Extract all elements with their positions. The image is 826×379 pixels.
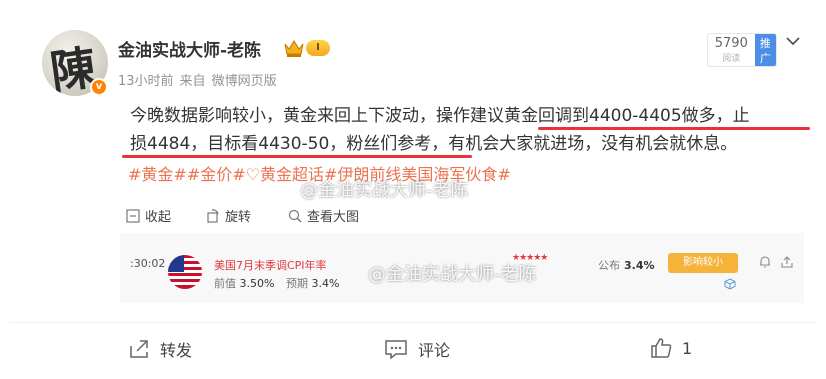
like-button[interactable]: 1	[650, 337, 692, 359]
collapse-icon	[126, 208, 140, 223]
post-meta: 13小时前 来自 微博网页版	[118, 70, 283, 89]
post-time[interactable]: 13小时前	[118, 74, 174, 89]
repost-icon	[130, 340, 148, 358]
chevron-down-icon[interactable]	[784, 34, 802, 48]
post-source: 微博网页版	[211, 74, 277, 89]
read-count: 5790	[714, 36, 748, 51]
embed-time: :30:02	[130, 257, 166, 270]
thumbs-up-icon	[651, 338, 672, 358]
forecast-value: 3.4%	[311, 277, 340, 290]
announced-value: 3.4%	[624, 259, 655, 272]
repost-button[interactable]: 转发	[128, 337, 192, 361]
footer-divider	[10, 322, 816, 323]
crown-icon[interactable]	[283, 38, 305, 58]
embed-watermark: @金油实战大师-老陈	[368, 264, 537, 285]
read-label: 阅读	[722, 54, 741, 64]
rotate-icon	[207, 208, 219, 223]
read-count-box: 5790 阅读 推广	[707, 33, 777, 67]
share-icon	[781, 256, 793, 268]
post-text-line-2: 损4484，目标看4430-50，粉丝们参考，有机会大家就进场，没有机会就休息。	[130, 134, 738, 154]
red-underline-2	[122, 155, 472, 158]
comment-button[interactable]: 评论	[384, 337, 450, 361]
level-badge[interactable]: I	[306, 40, 330, 56]
comment-icon	[385, 340, 407, 360]
magnify-icon	[288, 209, 302, 222]
announced: 公布 3.4%	[598, 257, 655, 273]
weibo-post-card: 陳 v 金油实战大师-老陈 I 13小时前 来自 微博网页版 5790 阅读 推广 …	[10, 0, 816, 379]
forecast-label: 预期	[285, 277, 308, 290]
post-text-line-1: 今晚数据影响较小，黄金来回上下波动，操作建议黄金回调到4400-4405做多，止	[130, 106, 750, 126]
author-name[interactable]: 金油实战大师-老陈	[118, 36, 261, 61]
impact-badge: 影响较小	[668, 253, 738, 273]
like-count: 1	[682, 338, 693, 358]
red-underline-1	[538, 127, 810, 130]
prev-value: 3.50%	[239, 277, 275, 290]
hashtag-gold-price[interactable]: #黄金##金价#	[128, 165, 246, 184]
comment-label: 评论	[418, 341, 451, 360]
embed-title: 美国7月末季调CPI年率	[214, 259, 327, 272]
verified-badge-icon: v	[90, 78, 108, 96]
post-footer: 转发 评论 1	[10, 333, 816, 365]
media-toolbar: 收起 旋转 查看大图	[120, 200, 800, 230]
watermark: @金油实战大师-老陈	[300, 180, 469, 201]
diamond-icon: ♡	[245, 165, 260, 184]
announced-label: 公布	[598, 259, 620, 272]
post-text: 今晚数据影响较小，黄金来回上下波动，操作建议黄金回调到4400-4405做多，止…	[130, 102, 800, 158]
cube-icon	[724, 278, 736, 290]
rotate-button[interactable]: 旋转	[206, 206, 251, 225]
us-flag-icon	[168, 255, 202, 289]
view-large-button[interactable]: 查看大图	[288, 206, 359, 225]
repost-label: 转发	[160, 341, 193, 360]
promote-button[interactable]: 推广	[754, 34, 776, 66]
collapse-label: 收起	[145, 210, 172, 225]
collapse-button[interactable]: 收起	[126, 206, 171, 225]
view-large-label: 查看大图	[307, 210, 360, 225]
embed-stats: 前值 3.50% 预期 3.4%	[214, 275, 347, 291]
rotate-label: 旋转	[225, 210, 252, 225]
bell-icon	[760, 256, 770, 268]
prev-label: 前值	[214, 277, 236, 290]
source-prefix: 来自	[179, 74, 206, 89]
